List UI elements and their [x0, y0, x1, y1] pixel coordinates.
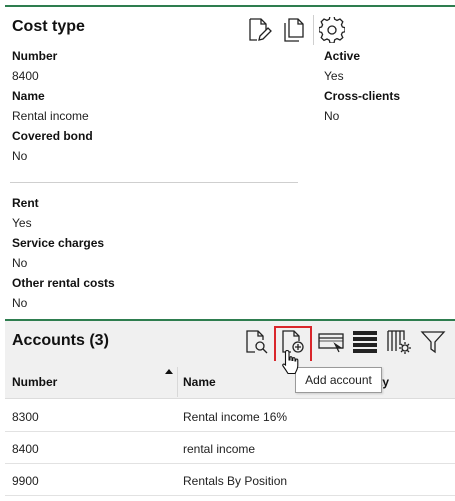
other-rental-costs-value: No — [12, 296, 28, 310]
copy-document-icon[interactable] — [280, 16, 308, 44]
column-separator — [177, 367, 178, 397]
column-header-row: Number Name ity — [5, 361, 455, 399]
account-name: rental income — [183, 442, 256, 456]
number-value: 8400 — [12, 69, 39, 83]
table-row[interactable]: 9900 Rentals By Position — [5, 464, 455, 496]
table-row[interactable]: 8400 rental income — [5, 432, 455, 464]
column-header-name[interactable]: Name — [183, 375, 216, 389]
settings-gear-icon[interactable] — [318, 16, 346, 44]
account-number: 8400 — [12, 442, 39, 456]
card-icon[interactable] — [316, 328, 346, 356]
hand-cursor-icon — [280, 349, 302, 380]
covered-bond-value: No — [12, 149, 28, 163]
cross-clients-label: Cross-clients — [324, 89, 401, 103]
active-value: Yes — [324, 69, 344, 83]
accounts-header: Accounts (3) — [5, 321, 455, 364]
service-charges-label: Service charges — [12, 236, 105, 250]
service-charges-value: No — [12, 256, 28, 270]
other-rental-costs-label: Other rental costs — [12, 276, 115, 290]
account-name: Rental income 16% — [183, 410, 288, 424]
toolbar-divider — [313, 15, 314, 45]
cost-type-card: Cost type Number 8400 Name Rental income… — [5, 5, 455, 315]
accounts-title: Accounts (3) — [12, 332, 109, 349]
active-label: Active — [324, 49, 361, 63]
name-label: Name — [12, 89, 45, 103]
accounts-card: Accounts (3) Number Name ity 8300 Rental… — [5, 319, 455, 501]
table-rows-icon[interactable] — [351, 328, 379, 356]
cross-clients-value: No — [324, 109, 340, 123]
account-number: 9900 — [12, 474, 39, 488]
filter-icon[interactable] — [419, 328, 447, 356]
add-account-tooltip: Add account — [295, 367, 382, 393]
name-value: Rental income — [12, 109, 89, 123]
rent-label: Rent — [12, 196, 39, 210]
cost-type-title: Cost type — [12, 18, 85, 35]
sort-ascending-icon — [165, 369, 173, 374]
account-name: Rentals By Position — [183, 474, 288, 488]
view-document-icon[interactable] — [243, 328, 271, 356]
table-row[interactable]: 8300 Rental income 16% — [5, 400, 455, 432]
rent-value: Yes — [12, 216, 32, 230]
covered-bond-label: Covered bond — [12, 129, 93, 143]
column-header-number[interactable]: Number — [12, 375, 57, 389]
column-settings-icon[interactable] — [385, 328, 413, 356]
section-divider — [10, 182, 298, 183]
edit-document-icon[interactable] — [245, 16, 273, 44]
number-label: Number — [12, 49, 58, 63]
account-number: 8300 — [12, 410, 39, 424]
